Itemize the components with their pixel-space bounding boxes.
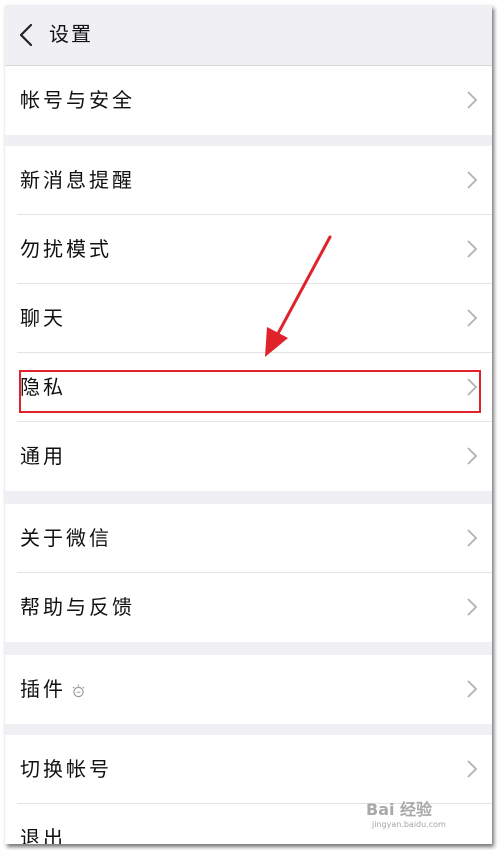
watermark-url: jingyan.baidu.com	[372, 820, 446, 829]
settings-item-label: 通用	[20, 444, 66, 468]
settings-item-switch-account[interactable]: 切换帐号	[5, 735, 492, 804]
settings-item-label: 帮助与反馈	[20, 595, 135, 619]
chevron-right-icon	[467, 598, 478, 616]
back-icon[interactable]	[15, 21, 39, 49]
settings-item-about[interactable]: 关于微信	[5, 504, 492, 573]
watermark: Bai 经验 jingyan.baidu.com	[366, 796, 478, 836]
settings-item-label: 新消息提醒	[20, 168, 135, 192]
settings-item-label: 关于微信	[20, 526, 112, 550]
chevron-right-icon	[467, 309, 478, 327]
chevron-right-icon	[467, 529, 478, 547]
plugin-bulb-icon	[72, 684, 85, 698]
settings-item-chat[interactable]: 聊天	[5, 284, 492, 353]
chevron-right-icon	[467, 447, 478, 465]
highlight-box	[19, 370, 481, 413]
settings-item-label: 切换帐号	[20, 757, 112, 781]
chevron-right-icon	[467, 760, 478, 778]
settings-item-label: 帐号与安全	[20, 88, 135, 112]
screen: 设置 帐号与安全 新消息提醒 勿扰模式 聊天 隐私 通用 关于微信 帮助与反馈	[5, 5, 492, 844]
page-title: 设置	[49, 22, 93, 46]
watermark-logo: Bai 经验	[366, 800, 433, 819]
navigation-bar: 设置	[5, 5, 492, 66]
settings-item-do-not-disturb[interactable]: 勿扰模式	[5, 215, 492, 284]
settings-item-label: 聊天	[20, 306, 66, 330]
chevron-right-icon	[467, 171, 478, 189]
settings-item-plugins[interactable]: 插件	[5, 655, 492, 724]
settings-item-help-feedback[interactable]: 帮助与反馈	[5, 573, 492, 642]
settings-item-general[interactable]: 通用	[5, 422, 492, 491]
chevron-right-icon	[467, 680, 478, 698]
chevron-right-icon	[467, 91, 478, 109]
chevron-right-icon	[467, 240, 478, 258]
settings-item-label: 插件	[20, 677, 66, 701]
settings-item-label: 退出	[20, 826, 66, 844]
settings-item-new-message-notify[interactable]: 新消息提醒	[5, 146, 492, 215]
settings-item-label: 勿扰模式	[20, 237, 112, 261]
settings-item-account-security[interactable]: 帐号与安全	[5, 66, 492, 135]
